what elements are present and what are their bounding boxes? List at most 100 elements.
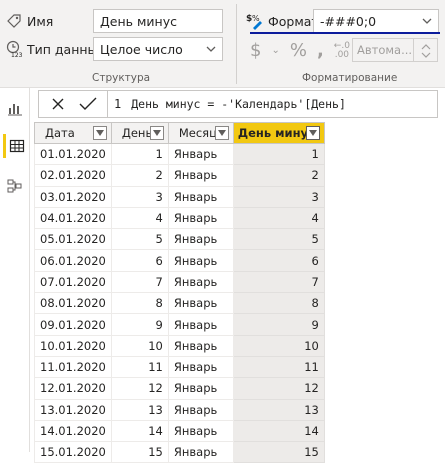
cell-day[interactable]: 14 [110,419,169,443]
cell-month[interactable]: Январь [167,164,234,187]
table-row[interactable]: 12.01.2020 12 Январь 12 [34,377,325,400]
filter-dropdown-icon[interactable] [305,126,320,140]
cell-day-minus[interactable]: 13 [232,398,325,421]
table-row[interactable]: 08.01.2020 8 Январь 8 [34,292,325,315]
cell-month[interactable]: Январь [167,398,234,421]
percent-icon[interactable]: % [290,40,307,61]
filter-dropdown-icon[interactable] [149,126,164,140]
table-row[interactable]: 05.01.2020 5 Январь 5 [34,228,325,251]
format-select[interactable]: -###0;0 [313,9,439,33]
table-row[interactable]: 10.01.2020 10 Январь 10 [34,334,325,357]
column-header-day-minus[interactable]: День минус [232,122,325,144]
table-row[interactable]: 13.01.2020 13 Январь 13 [34,398,325,421]
cell-month[interactable]: Январь [167,419,234,443]
table-row[interactable]: 15.01.2020 15 Январь 15 [34,441,325,463]
cell-day-minus[interactable]: 9 [232,313,325,336]
cell-date[interactable]: 08.01.2020 [34,292,112,315]
table-row[interactable]: 09.01.2020 9 Январь 9 [34,313,325,336]
name-field[interactable]: День минус [93,9,223,33]
cell-date[interactable]: 06.01.2020 [34,249,112,272]
cell-month[interactable]: Январь [167,270,234,294]
cell-date[interactable]: 13.01.2020 [34,398,112,421]
cell-date[interactable]: 01.01.2020 [34,142,112,166]
auto-decimals-field[interactable]: Автома... [352,38,414,62]
table-row[interactable]: 04.01.2020 4 Январь 4 [34,206,325,230]
cell-date[interactable]: 14.01.2020 [34,419,112,443]
cell-day-minus[interactable]: 4 [232,206,325,230]
cell-day-minus[interactable]: 10 [232,334,325,357]
comma-icon[interactable]: , [317,40,324,61]
cancel-formula-button[interactable] [45,91,71,117]
cell-day-minus[interactable]: 11 [232,355,325,379]
cell-day-minus[interactable]: 6 [232,249,325,272]
cell-date[interactable]: 03.01.2020 [34,185,112,208]
column-header-date[interactable]: Дата [34,122,112,144]
cell-month[interactable]: Январь [167,228,234,251]
cell-day[interactable]: 5 [110,228,169,251]
cell-month[interactable]: Январь [167,377,234,400]
cell-day[interactable]: 15 [110,441,169,463]
cell-day[interactable]: 10 [110,334,169,357]
filter-dropdown-icon[interactable] [214,126,229,140]
chevron-down-icon[interactable]: ⌄ [271,45,279,56]
cell-month[interactable]: Январь [167,249,234,272]
column-header-month[interactable]: Месяц [167,122,234,144]
currency-icon[interactable]: $ [250,40,261,61]
commit-formula-button[interactable] [75,91,101,117]
cell-day-minus[interactable]: 12 [232,377,325,400]
cell-day[interactable]: 13 [110,398,169,421]
cell-day[interactable]: 11 [110,355,169,379]
cell-date[interactable]: 07.01.2020 [34,270,112,294]
cell-day-minus[interactable]: 3 [232,185,325,208]
table-row[interactable]: 03.01.2020 3 Январь 3 [34,185,325,208]
cell-day[interactable]: 9 [110,313,169,336]
cell-day[interactable]: 8 [110,292,169,315]
cell-month[interactable]: Январь [167,334,234,357]
column-header-day[interactable]: День [110,122,169,144]
cell-day[interactable]: 12 [110,377,169,400]
cell-day[interactable]: 3 [110,185,169,208]
cell-date[interactable]: 10.01.2020 [34,334,112,357]
cell-month[interactable]: Январь [167,441,234,463]
report-view-button[interactable] [3,96,27,120]
cell-date[interactable]: 04.01.2020 [34,206,112,230]
cell-day-minus[interactable]: 2 [232,164,325,187]
cell-date[interactable]: 09.01.2020 [34,313,112,336]
cell-day[interactable]: 6 [110,249,169,272]
cell-date[interactable]: 12.01.2020 [34,377,112,400]
cell-day-minus[interactable]: 14 [232,419,325,443]
table-row[interactable]: 01.01.2020 1 Январь 1 [34,142,325,166]
cell-day[interactable]: 4 [110,206,169,230]
decimals-spinner[interactable] [414,38,438,62]
close-icon [52,98,64,110]
cell-month[interactable]: Январь [167,185,234,208]
table-row[interactable]: 06.01.2020 6 Январь 6 [34,249,325,272]
cell-date[interactable]: 02.01.2020 [34,164,112,187]
model-view-button[interactable] [3,174,27,198]
datatype-select[interactable]: Целое число [93,37,223,61]
cell-day-minus[interactable]: 1 [232,142,325,166]
cell-month[interactable]: Январь [167,292,234,315]
cell-month[interactable]: Январь [167,313,234,336]
decimals-icon[interactable]: ←.0.00 [334,41,350,60]
cell-day-minus[interactable]: 8 [232,292,325,315]
cell-date[interactable]: 15.01.2020 [34,441,112,463]
table-row[interactable]: 07.01.2020 7 Январь 7 [34,270,325,294]
table-row[interactable]: 02.01.2020 2 Январь 2 [34,164,325,187]
cell-date[interactable]: 05.01.2020 [34,228,112,251]
cell-day[interactable]: 7 [110,270,169,294]
cell-date[interactable]: 11.01.2020 [34,355,112,379]
data-view-button[interactable] [3,134,27,158]
cell-day-minus[interactable]: 7 [232,270,325,294]
cell-day-minus[interactable]: 15 [232,441,325,463]
cell-month[interactable]: Январь [167,206,234,230]
filter-dropdown-icon[interactable] [92,126,107,140]
cell-day[interactable]: 1 [110,142,169,166]
cell-month[interactable]: Январь [167,142,234,166]
cell-month[interactable]: Январь [167,355,234,379]
cell-day-minus[interactable]: 5 [232,228,325,251]
table-row[interactable]: 11.01.2020 11 Январь 11 [34,355,325,379]
formula-expression[interactable]: День минус = -'Календарь'[День] [131,97,346,111]
table-row[interactable]: 14.01.2020 14 Январь 14 [34,419,325,443]
cell-day[interactable]: 2 [110,164,169,187]
